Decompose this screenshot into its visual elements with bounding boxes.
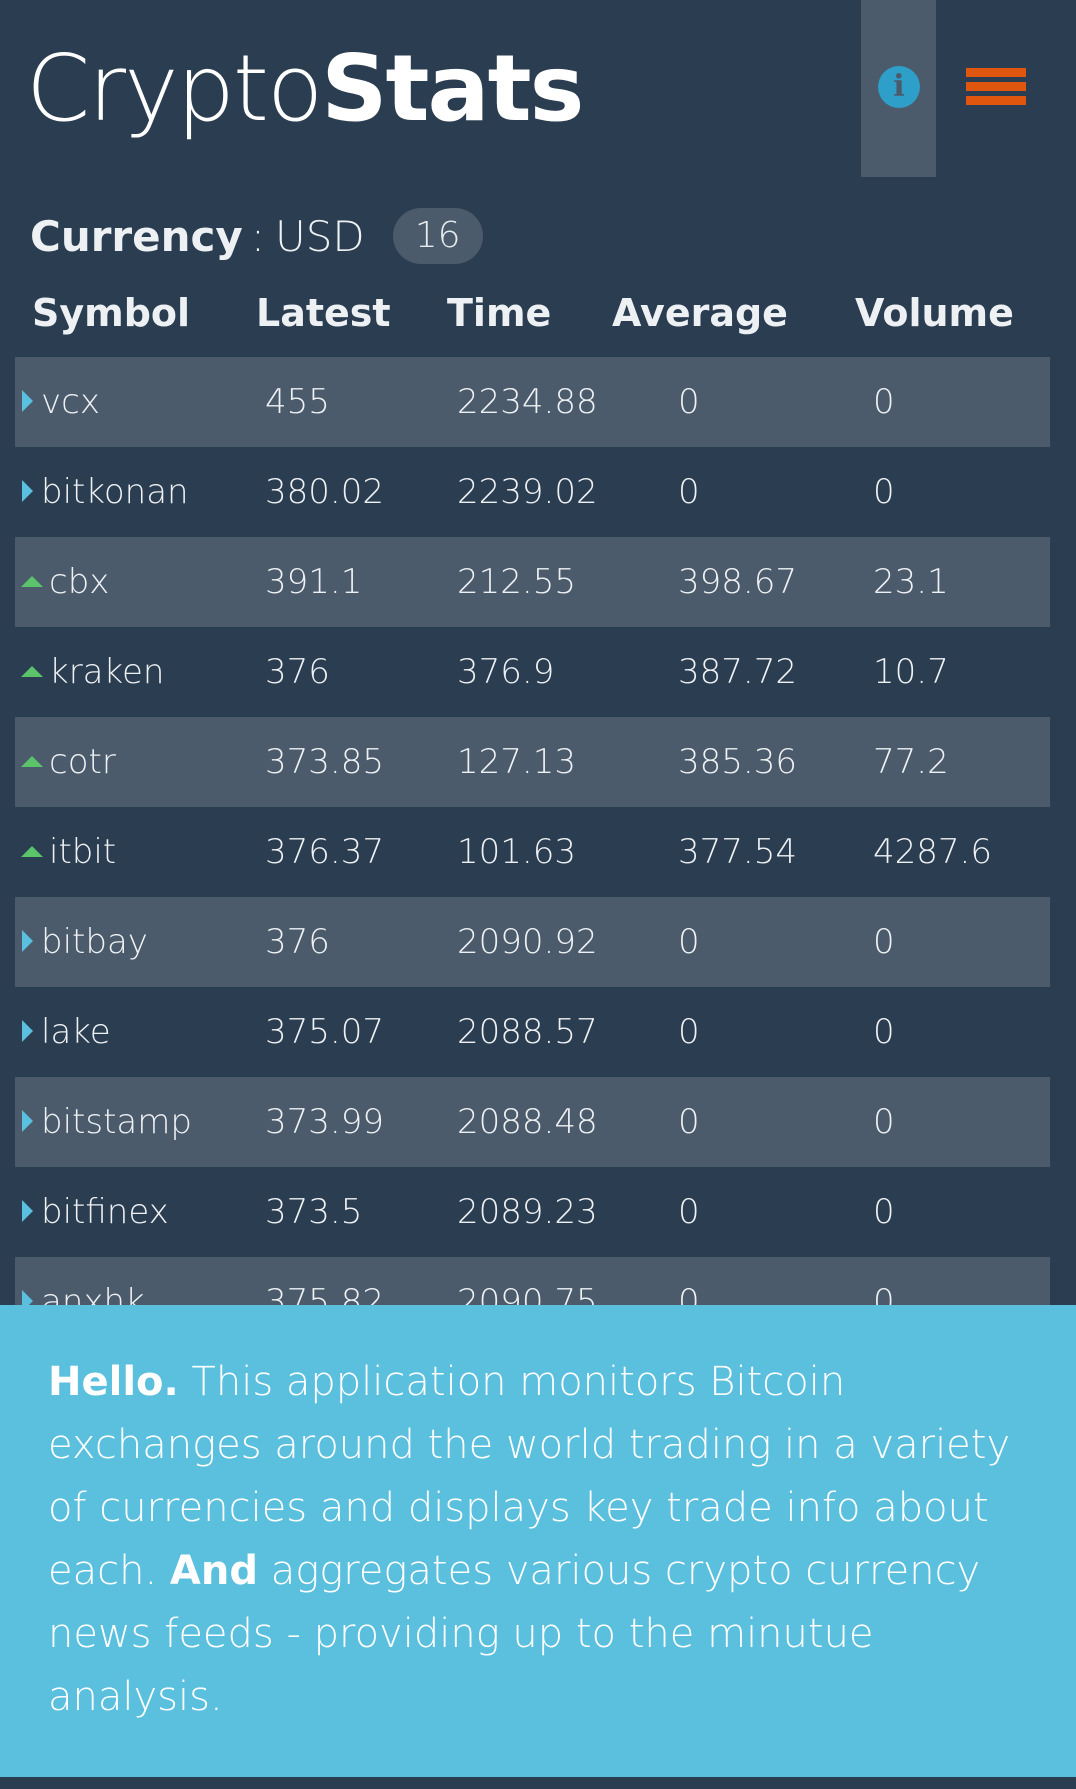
exchange-count-badge: 16	[392, 208, 483, 264]
cell-volume: 0	[873, 472, 895, 512]
trend-up-icon	[21, 756, 43, 767]
cell-average: 377.54	[678, 832, 797, 872]
table-row[interactable]: cbx 391.1 212.55 398.67 23.1	[15, 537, 1050, 627]
cell-symbol: bitkonan	[41, 472, 189, 512]
currency-selector[interactable]: Currency : USD 16	[30, 206, 483, 266]
currency-value: USD	[274, 211, 365, 261]
column-header-symbol[interactable]: Symbol	[32, 291, 190, 335]
cell-latest: 375.07	[265, 1012, 384, 1052]
table-row[interactable]: bitfinex 373.5 2089.23 0 0	[15, 1167, 1050, 1257]
cell-time: 2234.88	[457, 382, 598, 422]
column-header-average[interactable]: Average	[612, 291, 788, 335]
trend-up-icon	[21, 846, 43, 857]
cell-latest: 373.5	[265, 1192, 363, 1232]
cell-average: 0	[678, 1102, 700, 1142]
logo-light-text: Crypto	[26, 35, 323, 142]
cell-latest: 373.85	[265, 742, 384, 782]
expand-arrow-icon	[22, 1110, 33, 1132]
expand-arrow-icon	[22, 480, 33, 502]
info-panel: Hello. This application monitors Bitcoin…	[0, 1305, 1076, 1777]
expand-arrow-icon	[22, 1020, 33, 1042]
cell-average: 0	[678, 472, 700, 512]
logo-bold-text: Stats	[321, 35, 584, 142]
menu-button[interactable]	[966, 66, 1026, 108]
cell-time: 127.13	[457, 742, 576, 782]
cell-average: 0	[678, 382, 700, 422]
column-header-latest[interactable]: Latest	[256, 291, 391, 335]
cell-average: 0	[678, 1012, 700, 1052]
cell-time: 212.55	[457, 562, 576, 602]
cell-time: 2088.48	[457, 1102, 598, 1142]
cell-latest: 380.02	[265, 472, 384, 512]
hamburger-menu-icon-bar	[966, 68, 1026, 77]
cell-latest: 376	[265, 922, 330, 962]
cell-symbol: itbit	[49, 832, 117, 872]
expand-arrow-icon	[22, 390, 33, 412]
info-hello: Hello.	[48, 1359, 179, 1405]
cell-latest: 391.1	[265, 562, 363, 602]
expand-arrow-icon	[22, 930, 33, 952]
trend-up-icon	[21, 666, 43, 677]
column-header-volume[interactable]: Volume	[855, 291, 1014, 335]
cell-volume: 77.2	[873, 742, 949, 782]
cell-time: 2089.23	[457, 1192, 598, 1232]
hamburger-menu-icon-bar	[966, 82, 1026, 91]
cell-latest: 373.99	[265, 1102, 384, 1142]
cell-volume: 0	[873, 1102, 895, 1142]
info-circle-icon: i	[878, 66, 920, 108]
cell-average: 0	[678, 922, 700, 962]
table-row[interactable]: vcx 455 2234.88 0 0	[15, 357, 1050, 447]
app-logo: CryptoStats	[26, 34, 584, 144]
exchange-table: vcx 455 2234.88 0 0 bitkonan 380.02 2239.02 0 0 cb…	[15, 357, 1050, 1347]
cell-volume: 0	[873, 382, 895, 422]
currency-label: Currency	[30, 211, 243, 261]
cell-symbol: vcx	[41, 382, 100, 422]
currency-separator: :	[250, 211, 265, 261]
table-row[interactable]: kraken 376 376.9 387.72 10.7	[15, 627, 1050, 717]
cell-time: 2239.02	[457, 472, 598, 512]
table-row[interactable]: bitkonan 380.02 2239.02 0 0	[15, 447, 1050, 537]
expand-arrow-icon	[22, 1200, 33, 1222]
cell-symbol: kraken	[49, 652, 165, 692]
cell-volume: 23.1	[873, 562, 949, 602]
column-header-time[interactable]: Time	[447, 291, 551, 335]
table-header: Symbol Latest Time Average Volume	[0, 285, 1076, 345]
cell-average: 387.72	[678, 652, 797, 692]
cell-time: 2090.92	[457, 922, 598, 962]
table-row[interactable]: bitbay 376 2090.92 0 0	[15, 897, 1050, 987]
cell-latest: 376.37	[265, 832, 384, 872]
cell-average: 398.67	[678, 562, 797, 602]
bottom-strip	[0, 1777, 1076, 1789]
table-row[interactable]: lake 375.07 2088.57 0 0	[15, 987, 1050, 1077]
info-and: And	[169, 1548, 258, 1594]
table-row[interactable]: cotr 373.85 127.13 385.36 77.2	[15, 717, 1050, 807]
cell-time: 101.63	[457, 832, 576, 872]
cell-latest: 455	[265, 382, 330, 422]
cell-average: 0	[678, 1192, 700, 1232]
hamburger-menu-icon-bar	[966, 96, 1026, 105]
cell-symbol: lake	[41, 1012, 111, 1052]
trend-up-icon	[21, 576, 43, 587]
cell-time: 376.9	[457, 652, 555, 692]
cell-average: 385.36	[678, 742, 797, 782]
app-root: CryptoStats i Currency : USD 16 Symbol L…	[0, 0, 1076, 1789]
cell-symbol: bitfinex	[41, 1192, 169, 1232]
cell-time: 2088.57	[457, 1012, 598, 1052]
cell-volume: 0	[873, 1012, 895, 1052]
cell-volume: 4287.6	[873, 832, 992, 872]
table-row[interactable]: itbit 376.37 101.63 377.54 4287.6	[15, 807, 1050, 897]
cell-volume: 0	[873, 922, 895, 962]
info-button[interactable]: i	[861, 0, 936, 177]
cell-symbol: cotr	[49, 742, 116, 782]
cell-symbol: cbx	[49, 562, 110, 602]
cell-symbol: bitstamp	[41, 1102, 192, 1142]
header: CryptoStats i	[0, 0, 1076, 178]
cell-volume: 10.7	[873, 652, 949, 692]
cell-symbol: bitbay	[41, 922, 148, 962]
table-row[interactable]: bitstamp 373.99 2088.48 0 0	[15, 1077, 1050, 1167]
cell-volume: 0	[873, 1192, 895, 1232]
cell-latest: 376	[265, 652, 330, 692]
